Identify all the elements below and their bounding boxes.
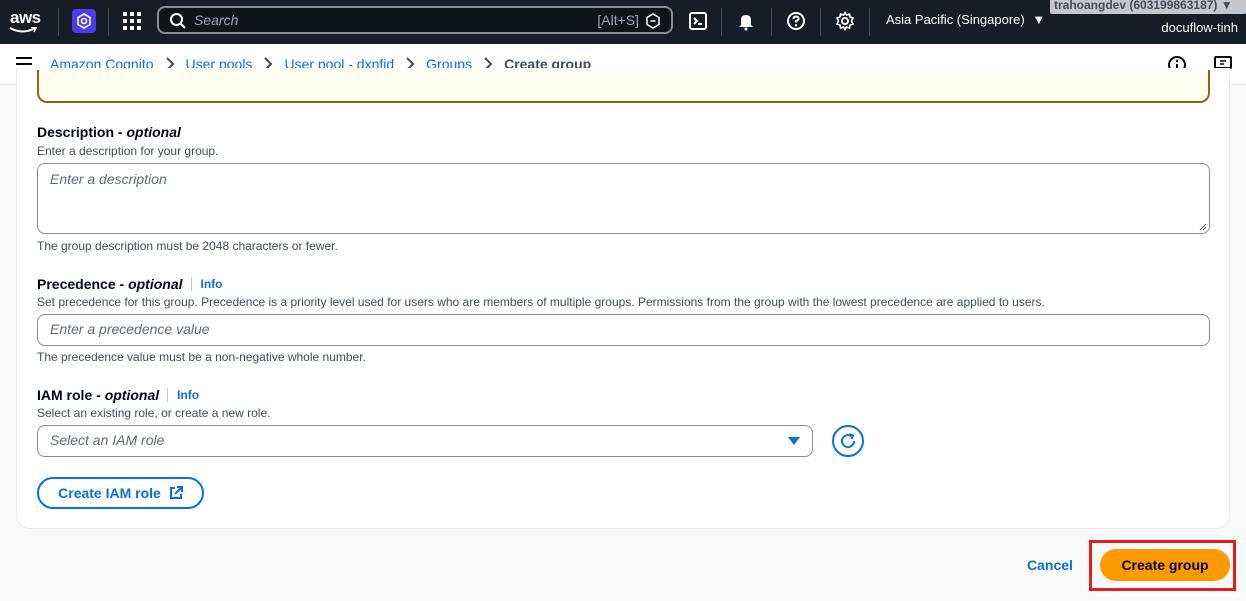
optional-tag: optional — [128, 276, 183, 292]
caret-down-icon — [788, 437, 800, 445]
search-shortcut: [Alt+S] — [597, 12, 639, 28]
precedence-input[interactable]: Enter a precedence value — [37, 314, 1210, 346]
iam-role-info-link[interactable]: Info — [167, 388, 199, 402]
iam-role-label: IAM role - optional Info — [37, 387, 200, 403]
divider — [58, 8, 59, 36]
divider — [721, 8, 722, 36]
alert-banner — [37, 70, 1210, 103]
divider — [771, 8, 772, 36]
account-menu[interactable]: trahoangdev (603199863187) ▼ — [1050, 0, 1246, 14]
iam-role-hint: Select an existing role, or create a new… — [37, 406, 271, 420]
optional-tag: optional — [104, 387, 160, 403]
description-placeholder: Enter a description — [50, 171, 167, 187]
precedence-constraint: The precedence value must be a non-negat… — [37, 350, 366, 364]
precedence-label: Precedence - optional Info — [37, 276, 223, 292]
region-selector[interactable]: Asia Pacific (Singapore) ▼ — [886, 12, 1045, 27]
create-iam-role-button[interactable]: Create IAM role — [37, 477, 204, 509]
cancel-button[interactable]: Cancel — [1027, 557, 1073, 573]
precedence-hint: Set precedence for this group. Precedenc… — [37, 295, 1045, 309]
description-constraint: The group description must be 2048 chara… — [37, 239, 338, 253]
chevron-down-icon: ▼ — [1220, 0, 1233, 12]
optional-tag: optional — [126, 124, 181, 140]
region-label: Asia Pacific (Singapore) — [886, 12, 1025, 27]
divider — [820, 8, 821, 36]
notifications-bell-icon[interactable] — [735, 10, 757, 32]
description-label: Description - optional — [37, 124, 181, 140]
iam-role-label-text: IAM role — [37, 387, 93, 403]
create-group-label: Create group — [1121, 557, 1209, 573]
iam-role-select[interactable]: Select an IAM role — [37, 425, 813, 457]
shortcut-icon — [646, 13, 660, 29]
precedence-placeholder: Enter a precedence value — [50, 321, 210, 337]
create-group-button[interactable]: Create group — [1100, 549, 1230, 581]
chevron-down-icon: ▼ — [1032, 12, 1046, 27]
description-textarea[interactable]: Enter a description — [37, 163, 1210, 234]
resize-handle-icon[interactable] — [1199, 223, 1207, 231]
settings-gear-icon[interactable] — [834, 10, 856, 32]
description-hint: Enter a description for your group. — [37, 144, 219, 158]
aws-logo-text: aws — [10, 8, 41, 27]
refresh-button[interactable] — [832, 425, 864, 457]
top-navigation: aws Search [Alt+S] Asia Pacific (Singapo… — [0, 0, 1246, 44]
external-link-icon — [169, 486, 183, 499]
divider — [108, 8, 109, 36]
search-placeholder: Search — [194, 12, 239, 28]
precedence-label-text: Precedence — [37, 276, 116, 292]
refresh-icon — [841, 433, 856, 449]
create-iam-role-label: Create IAM role — [58, 485, 161, 501]
account-label: trahoangdev (603199863187) — [1054, 0, 1218, 12]
precedence-info-link[interactable]: Info — [190, 277, 223, 291]
divider — [869, 8, 870, 36]
cloudshell-icon[interactable] — [687, 10, 709, 32]
search-icon — [170, 13, 186, 29]
search-input[interactable]: Search [Alt+S] — [157, 6, 673, 34]
description-label-text: Description — [37, 124, 115, 140]
aws-logo[interactable]: aws — [8, 6, 44, 36]
help-icon[interactable] — [785, 10, 807, 32]
cognito-service-icon[interactable] — [72, 9, 96, 33]
iam-role-placeholder: Select an IAM role — [50, 432, 165, 448]
account-alias: docuflow-tinh — [1161, 20, 1238, 35]
services-menu-icon[interactable] — [122, 11, 142, 31]
